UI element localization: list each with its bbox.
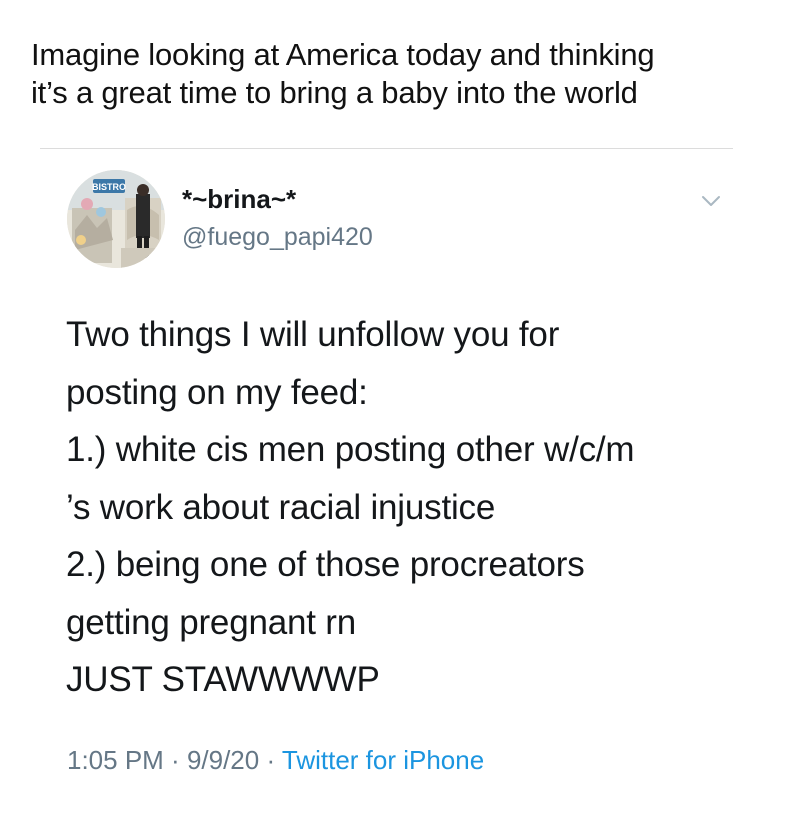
divider	[40, 148, 733, 149]
user-handle[interactable]: @fuego_papi420	[182, 223, 373, 252]
tweet-text-line: JUST STAWWWWP	[66, 660, 380, 699]
tweet-source-link[interactable]: Twitter for iPhone	[282, 745, 484, 775]
meme-caption: Imagine looking at America today and thi…	[31, 36, 761, 112]
tweet-metadata: 1:05 PM · 9/9/20 · Twitter for iPhone	[67, 745, 484, 776]
avatar[interactable]: BISTRO	[67, 170, 165, 268]
tweet-text-line: 2.) being one of those procreators	[66, 545, 585, 584]
tweet-text-line: Two things I will unfollow you for	[66, 315, 560, 354]
profile-photo-icon: BISTRO	[67, 170, 165, 268]
display-name[interactable]: *~brina~*	[182, 184, 296, 215]
tweet-time: 1:05 PM	[67, 745, 164, 775]
tweet-text-line: posting on my feed:	[66, 372, 368, 412]
tweet-text-line: 1.) white cis men posting other w/c/m	[66, 430, 635, 469]
tweet-menu-button[interactable]	[698, 188, 724, 214]
tweet-date[interactable]: 9/9/20	[187, 745, 259, 775]
tweet-text-line: getting pregnant rn	[66, 602, 357, 642]
caption-line: Imagine looking at America today and thi…	[31, 37, 655, 72]
tweet-text-line: ’s work about racial injustice	[66, 487, 496, 527]
meta-separator: ·	[163, 745, 187, 775]
caption-line: it’s a great time to bring a baby into t…	[31, 75, 638, 110]
tweet-text: Two things I will unfollow you for posti…	[66, 306, 756, 709]
avatar-sign-text: BISTRO	[92, 182, 126, 192]
chevron-down-icon	[702, 196, 720, 206]
meta-separator: ·	[259, 745, 282, 775]
